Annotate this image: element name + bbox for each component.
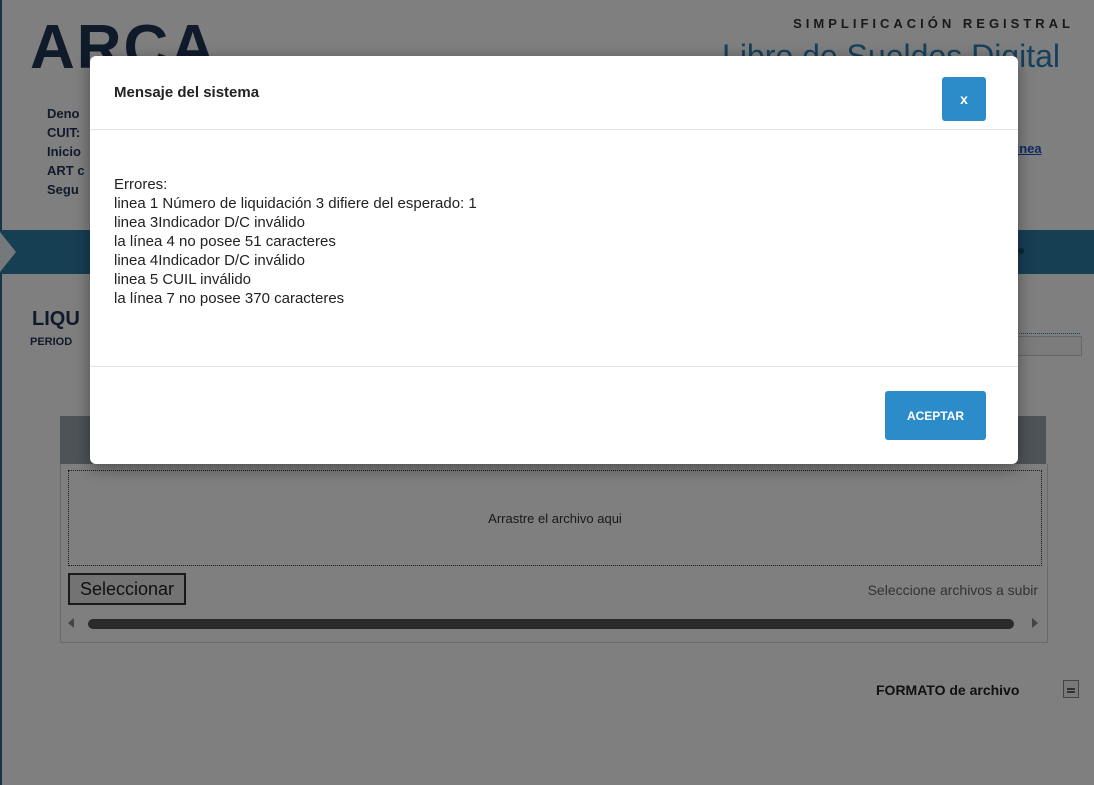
dialog-divider-bottom (90, 366, 1018, 367)
error-line: linea 4Indicador D/C inválido (114, 252, 305, 269)
dialog-divider-top (90, 129, 1018, 130)
app-window: ARCA SIMPLIFICACIÓN REGISTRAL Libro de S… (0, 0, 1094, 785)
error-line: la línea 4 no posee 51 caracteres (114, 233, 336, 250)
dialog-title: Mensaje del sistema (114, 84, 260, 101)
close-button[interactable]: x (942, 77, 986, 121)
error-line: la línea 7 no posee 370 caracteres (114, 290, 345, 307)
accept-button[interactable]: ACEPTAR (885, 391, 986, 440)
errors-heading: Errores: (114, 176, 168, 193)
error-line: linea 3Indicador D/C inválido (114, 214, 305, 231)
error-line: linea 5 CUIL inválido (114, 271, 252, 288)
system-message-dialog: Mensaje del sistema x Errores: linea 1 N… (90, 56, 1018, 464)
error-line: linea 1 Número de liquidación 3 difiere … (114, 195, 477, 212)
dialog-body: Errores: linea 1 Número de liquidación 3… (114, 175, 477, 308)
